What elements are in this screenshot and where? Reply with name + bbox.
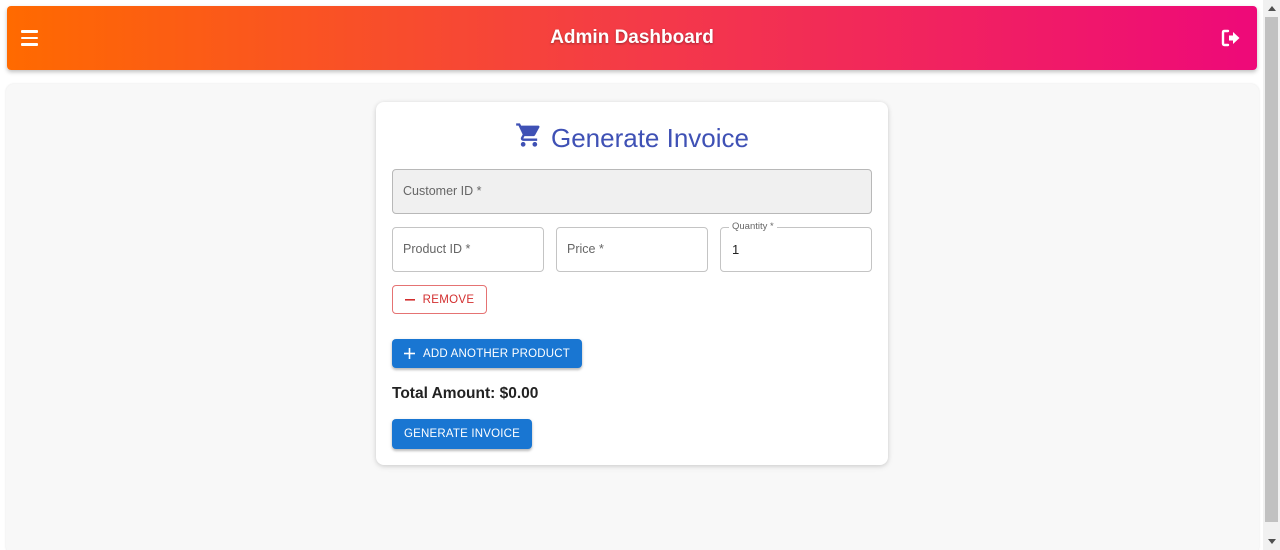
remove-label: REMOVE [422,293,475,306]
invoice-card: Generate Invoice Customer ID * Product I… [376,102,888,465]
menu-button[interactable] [21,26,41,50]
add-product-label: ADD ANOTHER PRODUCT [423,347,570,360]
quantity-value: 1 [732,242,740,257]
app-bar: Admin Dashboard [7,6,1257,70]
total-amount: Total Amount: $0.00 [392,385,539,402]
invoice-heading: Generate Invoice [376,120,888,156]
product-id-field[interactable]: Product ID * [392,227,544,272]
quantity-field[interactable]: Quantity * 1 [720,221,872,272]
menu-icon [21,30,38,33]
logout-icon [1221,29,1240,47]
scroll-thumb[interactable] [1265,17,1278,522]
customer-id-field[interactable]: Customer ID * [392,169,872,214]
scroll-up-arrow[interactable] [1263,0,1280,17]
vertical-scrollbar[interactable] [1263,0,1280,550]
invoice-title: Generate Invoice [550,122,749,153]
quantity-label: Quantity * [729,221,777,232]
generate-invoice-button[interactable]: GENERATE INVOICE [392,419,532,449]
scroll-down-arrow[interactable] [1263,533,1280,550]
app-title: Admin Dashboard [550,27,714,48]
product-id-placeholder: Product ID * [403,242,471,256]
caret-up-icon [1267,6,1276,11]
customer-id-placeholder: Customer ID * [403,184,482,198]
caret-down-icon [1267,539,1276,544]
remove-button[interactable]: REMOVE [392,285,487,314]
price-placeholder: Price * [567,242,604,256]
price-field[interactable]: Price * [556,227,708,272]
page: Admin Dashboard Generate Invoice Custome… [0,0,1263,550]
plus-icon [404,348,416,359]
generate-invoice-label: GENERATE INVOICE [403,428,521,440]
logout-button[interactable] [1219,26,1243,50]
cart-icon [516,123,540,147]
minus-icon [404,298,415,301]
add-product-button[interactable]: ADD ANOTHER PRODUCT [392,339,582,368]
